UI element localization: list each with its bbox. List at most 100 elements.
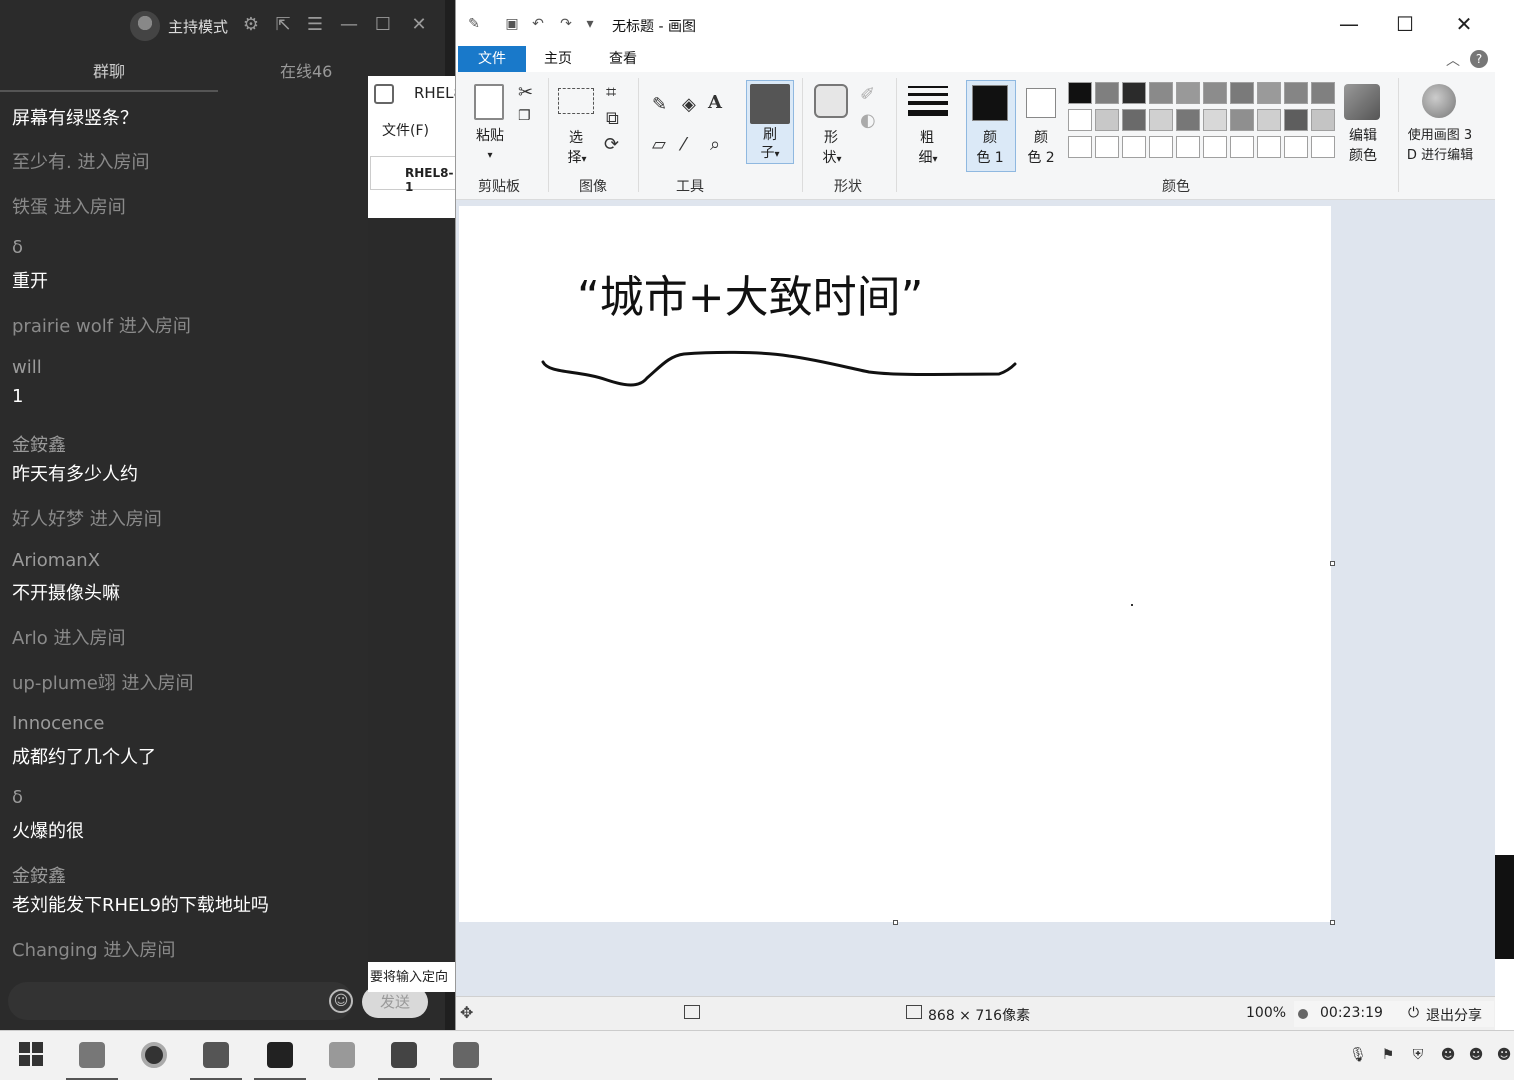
rotate-icon[interactable]: ⟳ — [604, 134, 619, 155]
palette-swatch[interactable] — [1203, 82, 1227, 104]
taskbar-app-7[interactable] — [440, 1031, 492, 1080]
edit-colors-label-bottom[interactable]: 颜色 — [1336, 146, 1390, 166]
power-icon[interactable]: ⏻ — [1408, 1005, 1419, 1021]
start-button[interactable] — [6, 1031, 58, 1080]
tab-file[interactable]: 文件 — [458, 46, 526, 72]
edit-colors-label-top[interactable]: 编辑 — [1336, 126, 1390, 146]
tab-home[interactable]: 主页 — [544, 46, 594, 72]
palette-swatch[interactable] — [1122, 82, 1146, 104]
paint3d-icon[interactable] — [1422, 84, 1456, 118]
palette-swatch[interactable] — [1257, 82, 1281, 104]
tab-view[interactable]: 查看 — [609, 46, 659, 72]
paste-dropdown-icon[interactable]: ▾ — [480, 146, 500, 166]
palette-swatch[interactable] — [1203, 136, 1227, 158]
menu-icon[interactable]: ☰ — [304, 14, 326, 36]
size-label-top[interactable]: 粗 — [914, 128, 940, 148]
palette-swatch[interactable] — [1149, 82, 1173, 104]
maximize-icon[interactable]: ☐ — [372, 14, 394, 36]
palette-swatch[interactable] — [1257, 109, 1281, 131]
palette-swatch[interactable] — [1095, 109, 1119, 131]
color2-label-top[interactable]: 颜 — [1024, 128, 1058, 148]
palette-swatch[interactable] — [1284, 82, 1308, 104]
palette-swatch[interactable] — [1176, 82, 1200, 104]
select-icon[interactable] — [558, 88, 594, 114]
copy-icon[interactable]: ❐ — [518, 108, 531, 124]
collapse-ribbon-icon[interactable]: ︿ — [1446, 50, 1460, 70]
palette-swatch[interactable] — [1311, 82, 1335, 104]
shapes-icon[interactable] — [814, 84, 848, 118]
close-button[interactable]: ✕ — [1449, 12, 1479, 36]
palette-swatch[interactable] — [1311, 136, 1335, 158]
clipboard-icon[interactable] — [474, 84, 504, 120]
palette-swatch[interactable] — [1149, 109, 1173, 131]
taskbar-app-2[interactable] — [128, 1031, 180, 1080]
shield-icon[interactable]: ⛨ — [1408, 1045, 1428, 1065]
magnifier-icon[interactable]: ⌕ — [710, 134, 720, 155]
tab-online-count[interactable]: 在线46 — [280, 52, 380, 92]
chat-input[interactable] — [8, 982, 353, 1020]
palette-swatch[interactable] — [1095, 136, 1119, 158]
palette-swatch[interactable] — [1068, 136, 1092, 158]
minimize-icon[interactable]: — — [338, 14, 360, 36]
paint-app-icon[interactable]: ✎ — [466, 16, 482, 32]
eraser-icon[interactable]: ▱ — [652, 134, 666, 155]
drawing-canvas[interactable]: “城市+大致时间” — [459, 206, 1331, 922]
pencil-icon[interactable]: ✎ — [652, 94, 667, 115]
color2-swatch[interactable] — [1026, 88, 1056, 118]
edit-colors-icon[interactable] — [1344, 84, 1380, 120]
paint3d-label-top[interactable]: 使用画图 3 — [1400, 126, 1480, 146]
resize-handle-right[interactable] — [1330, 561, 1335, 566]
paint3d-label-bottom[interactable]: D 进行编辑 — [1400, 146, 1480, 166]
palette-swatch[interactable] — [1095, 82, 1119, 104]
taskbar-app-6[interactable] — [378, 1031, 430, 1080]
palette-swatch[interactable] — [1122, 136, 1146, 158]
palette-swatch[interactable] — [1284, 109, 1308, 131]
avatar[interactable] — [130, 11, 160, 41]
rhel-file-menu[interactable]: 文件(F) — [382, 120, 429, 140]
canvas-area[interactable]: “城市+大致时间” — [456, 200, 1496, 996]
palette-swatch[interactable] — [1149, 136, 1173, 158]
help-icon[interactable]: ? — [1470, 50, 1488, 68]
qq-icon[interactable]: ☻ — [1494, 1045, 1514, 1065]
resize-handle-bottom[interactable] — [893, 920, 898, 925]
select-label-bottom[interactable]: 择▾ — [560, 148, 594, 170]
tab-group-chat[interactable]: 群聊 — [0, 52, 218, 92]
qq-icon[interactable]: ☻ — [1466, 1045, 1486, 1065]
taskbar-vmware[interactable] — [190, 1031, 242, 1080]
select-label-top[interactable]: 选 — [564, 128, 588, 148]
palette-swatch[interactable] — [1257, 136, 1281, 158]
color-picker-icon[interactable]: ⁄ — [682, 134, 685, 155]
taskbar-file-explorer[interactable] — [66, 1031, 118, 1080]
exit-share-button[interactable]: 退出分享 — [1426, 1005, 1482, 1025]
shapes-label-top[interactable]: 形 — [818, 128, 844, 148]
palette-swatch[interactable] — [1176, 109, 1200, 131]
palette-swatch[interactable] — [1122, 109, 1146, 131]
customize-quick-access-icon[interactable]: ▾ — [582, 16, 598, 32]
palette-swatch[interactable] — [1230, 136, 1254, 158]
settings-icon[interactable]: ⚙ — [240, 14, 262, 36]
microphone-icon[interactable]: 🎙 — [1348, 1045, 1368, 1065]
shapes-label-bottom[interactable]: 状▾ — [814, 148, 850, 170]
palette-swatch[interactable] — [1203, 109, 1227, 131]
close-icon[interactable]: ✕ — [408, 14, 430, 36]
maximize-button[interactable]: ☐ — [1390, 12, 1420, 36]
fill-icon[interactable]: ◈ — [682, 94, 696, 115]
palette-swatch[interactable] — [1068, 82, 1092, 104]
color2-label-bottom[interactable]: 色 2 — [1022, 148, 1060, 168]
qq-icon[interactable]: ☻ — [1438, 1045, 1458, 1065]
redo-icon[interactable]: ↷ — [558, 16, 574, 32]
palette-swatch[interactable] — [1176, 136, 1200, 158]
brushes-button[interactable]: 刷 子▾ — [746, 80, 794, 164]
palette-swatch[interactable] — [1230, 109, 1254, 131]
emoji-icon[interactable]: ☺ — [329, 989, 353, 1013]
undo-icon[interactable]: ↶ — [530, 16, 546, 32]
fill-shape-icon[interactable]: ◐ — [860, 110, 876, 131]
palette-swatch[interactable] — [1284, 136, 1308, 158]
crop-icon[interactable]: ⌗ — [606, 82, 616, 103]
vm-console[interactable] — [368, 218, 458, 962]
palette-swatch[interactable] — [1068, 109, 1092, 131]
taskbar-paint[interactable] — [316, 1031, 368, 1080]
palette-swatch[interactable] — [1311, 109, 1335, 131]
text-tool-icon[interactable]: A — [708, 92, 722, 113]
size-label-bottom[interactable]: 细▾ — [910, 148, 946, 170]
